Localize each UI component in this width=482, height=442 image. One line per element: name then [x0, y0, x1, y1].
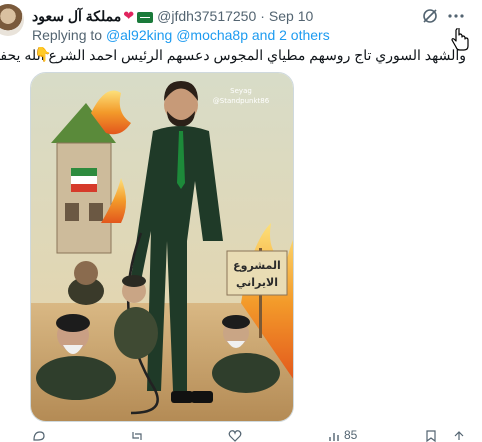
replying-users-link[interactable]: @al92king @mocha8p and 2 others — [106, 27, 330, 43]
repost-icon[interactable] — [130, 430, 144, 442]
illustration: المشروع الايراني Seyag @Standpunkt86 — [31, 73, 293, 421]
sign-line-1: المشروع — [233, 259, 281, 272]
more-options-icon[interactable] — [446, 6, 466, 26]
views-icon[interactable] — [328, 430, 342, 442]
pointing-down-emoji: 👇 — [34, 46, 52, 62]
tweet-card[interactable]: مملكة آل سعود ❤ @jfdh37517250 · Sep 10 R… — [0, 0, 482, 442]
display-name[interactable]: مملكة آل سعود — [32, 8, 121, 25]
replying-prefix: Replying to — [32, 27, 106, 43]
bookmark-icon[interactable] — [424, 430, 438, 442]
tweet-text: والشهد السوري تاج روسهم مطياي المجوس دعس… — [0, 47, 466, 63]
separator-dot: · — [260, 8, 265, 24]
tweet-date[interactable]: Sep 10 — [269, 8, 313, 24]
like-icon[interactable] — [228, 430, 242, 442]
action-bar: 85 — [32, 428, 466, 442]
tweet-image[interactable]: المشروع الايراني Seyag @Standpunkt86 — [30, 72, 294, 422]
share-icon[interactable] — [452, 430, 466, 442]
watermark-line-2: Seyag — [230, 87, 252, 95]
view-count: 85 — [344, 428, 358, 442]
reply-icon[interactable] — [32, 430, 46, 442]
avatar[interactable] — [0, 4, 24, 36]
user-handle[interactable]: @jfdh37517250 — [157, 8, 256, 24]
replying-to: Replying to @al92king @mocha8p and 2 oth… — [32, 27, 330, 43]
heart-emoji: ❤ — [123, 8, 135, 23]
hand-cursor-icon — [451, 28, 469, 51]
grok-icon[interactable] — [420, 6, 440, 26]
flag-icon — [137, 11, 154, 23]
tweet-header: مملكة آل سعود ❤ @jfdh37517250 · Sep 10 — [32, 6, 313, 26]
watermark-line-1: @Standpunkt86 — [213, 97, 270, 105]
sign-line-2: الايراني — [236, 276, 278, 289]
